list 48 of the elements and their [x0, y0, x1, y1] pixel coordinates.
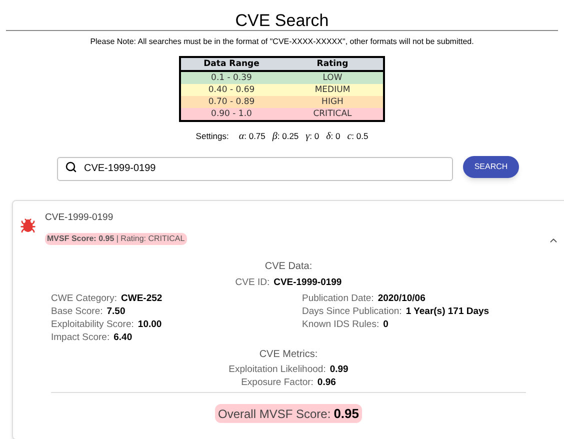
- field-value: 0.96: [317, 376, 336, 390]
- overall-score-value: 0.95: [334, 405, 359, 423]
- field-label: Impact Score:: [51, 331, 110, 344]
- table-cell-text: 0.40 - 0.69: [207, 84, 256, 96]
- field-value: 6.40: [114, 331, 132, 344]
- field-label: Publication Date:: [302, 292, 374, 306]
- section-title: CVE Data:: [264, 260, 314, 274]
- table-cell-text: LOW: [322, 72, 344, 84]
- format-note: Please Note: All searches must be in the format of "CVE-XXXX-XXXXX", other formats will not be submitted.: [89, 36, 475, 48]
- table-cell-text: HIGH: [320, 96, 344, 108]
- field-label: Base Score:: [51, 305, 103, 318]
- table-cell-text: 0.70 - 0.89: [207, 96, 256, 108]
- field-value: CWE-252: [121, 292, 162, 306]
- field-label: Exploitability Score:: [51, 318, 134, 332]
- table-cell-text: 0.1 - 0.39: [210, 72, 253, 84]
- setting-value: α: 0.75: [238, 130, 266, 144]
- setting-value: δ: 0: [326, 130, 340, 144]
- field-value: 2020/10/06: [378, 292, 426, 306]
- field-value: 7.50: [106, 305, 126, 318]
- table-cell-text: 0.90 - 1.0: [210, 108, 253, 120]
- field-value: 0.99: [330, 363, 348, 376]
- field-value: CVE-1999-0199: [274, 276, 342, 290]
- field-label: Exposure Factor:: [241, 376, 314, 390]
- column-header: Rating: [316, 58, 350, 70]
- setting-value: c: 0.5: [347, 130, 368, 144]
- table-cell-text: CRITICAL: [312, 108, 353, 120]
- column-header: Data Range: [202, 58, 260, 70]
- field-label: CVE ID:: [235, 276, 270, 290]
- result-id: CVE-1999-0199: [45, 211, 114, 225]
- page-title: CVE Search: [234, 10, 330, 30]
- score-summary: MVSF Score: 0.95 | Rating: CRITICAL: [45, 233, 187, 246]
- setting-value: γ: 0: [306, 130, 320, 144]
- search-button[interactable]: SEARCH: [463, 156, 519, 178]
- field-value: 0: [383, 318, 388, 332]
- field-value: 10.00: [138, 318, 162, 332]
- field-label: Days Since Publication:: [302, 305, 402, 318]
- settings-label: Settings:: [196, 130, 229, 143]
- search-field[interactable]: CVE-1999-0199: [57, 156, 453, 180]
- table-cell-text: MEDIUM: [314, 84, 352, 96]
- overall-score-label: Overall MVSF Score:: [218, 406, 331, 423]
- field-label: Exploitation Likelihood:: [228, 363, 326, 376]
- setting-value: β: 0.25: [272, 130, 299, 144]
- field-label: Known IDS Rules:: [302, 318, 380, 332]
- field-value: 1 Year(s) 171 Days: [406, 305, 490, 318]
- bug-icon: [20, 218, 36, 234]
- field-label: CWE Category:: [51, 292, 117, 306]
- section-title: CVE Metrics:: [258, 348, 319, 362]
- search-icon: [65, 161, 77, 173]
